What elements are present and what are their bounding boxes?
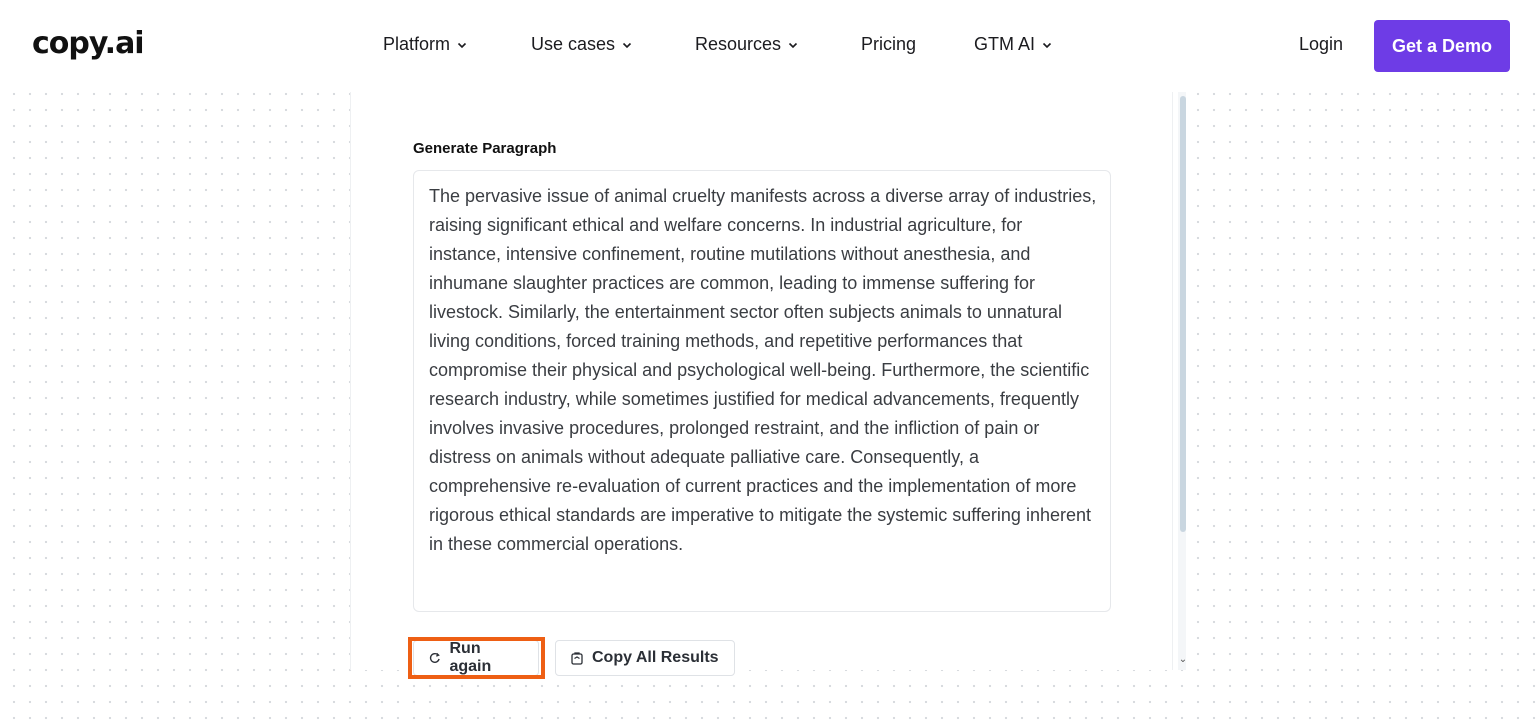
site-header: copy.ai Platform Use cases Resources Pri… <box>0 0 1536 92</box>
nav-platform[interactable]: Platform <box>383 34 468 55</box>
scroll-down-arrow-icon[interactable]: ⌄ <box>1178 655 1188 665</box>
run-again-label: Run again <box>449 640 492 675</box>
nav-pricing[interactable]: Pricing <box>861 34 916 55</box>
nav-resources-label: Resources <box>695 34 782 54</box>
result-paragraph: The pervasive issue of animal cruelty ma… <box>429 186 1097 554</box>
refresh-icon <box>429 652 440 663</box>
nav-pricing-label: Pricing <box>861 34 917 54</box>
copy-all-results-label: Copy All Results <box>592 649 719 666</box>
panel-scrollbar-thumb[interactable] <box>1180 96 1186 532</box>
result-title: Generate Paragraph <box>413 140 557 157</box>
chevron-down-icon <box>788 42 798 48</box>
chevron-down-icon <box>622 42 632 48</box>
run-again-button[interactable]: Run again <box>413 640 539 676</box>
copy-all-results-button[interactable]: Copy All Results <box>555 640 735 676</box>
clipboard-icon <box>571 652 583 665</box>
chevron-down-icon <box>1042 42 1052 48</box>
login-link[interactable]: Login <box>1299 34 1343 55</box>
chevron-down-icon <box>457 42 467 48</box>
nav-gtm-ai[interactable]: GTM AI <box>974 34 1053 55</box>
nav-use-cases-label: Use cases <box>531 34 616 54</box>
nav-platform-label: Platform <box>383 34 451 54</box>
get-a-demo-button[interactable]: Get a Demo <box>1374 20 1510 72</box>
logo[interactable]: copy.ai <box>32 26 145 61</box>
nav-use-cases[interactable]: Use cases <box>531 34 633 55</box>
nav-gtm-ai-label: GTM AI <box>974 34 1036 54</box>
nav-resources[interactable]: Resources <box>695 34 799 55</box>
